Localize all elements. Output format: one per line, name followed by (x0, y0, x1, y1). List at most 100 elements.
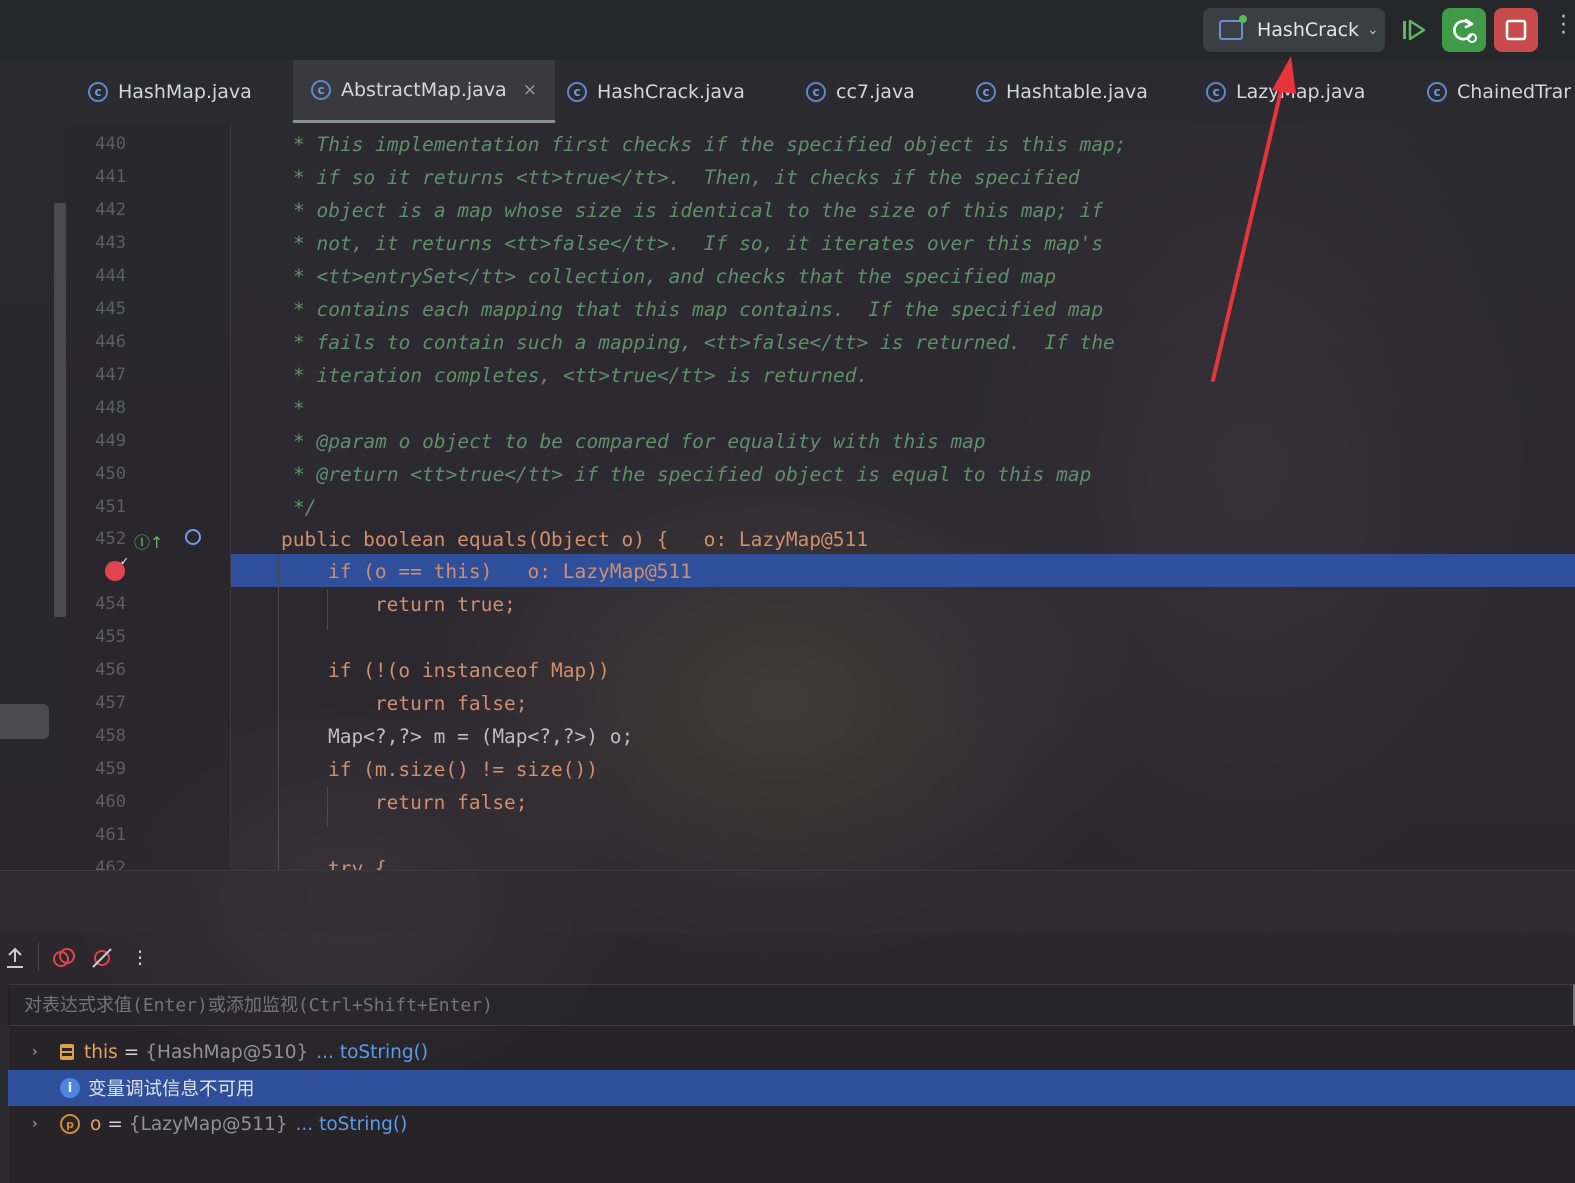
implements-method-icon[interactable]: Ⓘ↑ (134, 529, 163, 553)
class-icon: c (976, 81, 996, 102)
debug-info-row[interactable]: i 变量调试信息不可用 (8, 1070, 1575, 1106)
tab-abstractmap-java[interactable]: c AbstractMap.java × (293, 60, 555, 123)
code-line: 441 * if so it returns <tt>true</tt>. The… (0, 161, 1575, 194)
line-number: 459 (95, 759, 126, 779)
code-line: 458 Map<?,?> m = (Map<?,?>) o; (0, 720, 1575, 753)
code-line: 450 * @return <tt>true</tt> if the specif… (0, 458, 1575, 491)
line-number: 449 (95, 431, 126, 451)
breakpoint-icon[interactable] (105, 555, 129, 581)
line-number: 444 (95, 266, 126, 286)
toolbar-separator (38, 943, 39, 971)
code-line: 442 * object is a map whose size is ident… (0, 194, 1575, 227)
tab-label: HashMap.java (118, 80, 252, 103)
line-number: 440 (95, 134, 126, 154)
line-number: 456 (95, 660, 126, 680)
line-number: 455 (95, 627, 126, 647)
code-text: * object is a map whose size is identica… (293, 199, 1104, 222)
code-text: Map<?,?> m = (Map<?,?>) o; (281, 725, 634, 748)
line-number: 452 (95, 529, 126, 549)
variable-value: {LazyMap@511} (128, 1113, 288, 1135)
field-icon (60, 1044, 74, 1060)
line-number: 446 (95, 332, 126, 352)
tab-label: Hashtable.java (1006, 80, 1148, 103)
line-number: 451 (95, 497, 126, 517)
code-text: if (o == this) o: LazyMap@511 (281, 560, 692, 583)
chevron-right-icon[interactable]: › (32, 1116, 48, 1132)
tab-label: LazyMap.java (1236, 80, 1366, 103)
tab-lazymap-java[interactable]: c LazyMap.java (1206, 60, 1365, 123)
export-threads-button[interactable] (4, 945, 26, 971)
code-line: 455 (0, 621, 1575, 654)
stop-button[interactable] (1494, 8, 1538, 52)
class-icon: c (567, 81, 587, 102)
class-icon: c (1206, 81, 1226, 102)
variable-value: {HashMap@510} (145, 1041, 309, 1063)
more-options-icon[interactable]: · · · (130, 942, 150, 974)
code-line: 440 * This implementation first checks if… (0, 128, 1575, 161)
more-actions-icon[interactable]: · · · (1560, 7, 1567, 45)
class-icon: c (806, 81, 826, 102)
line-number: 441 (95, 167, 126, 187)
mute-breakpoints-button[interactable] (90, 945, 114, 971)
rerun-debug-button[interactable] (1442, 8, 1486, 52)
evaluate-expression-input[interactable] (8, 984, 1575, 1026)
line-number: 460 (95, 792, 126, 812)
tab-cc7-java[interactable]: c cc7.java (806, 60, 915, 123)
code-line: 462 try { (0, 852, 1575, 870)
variable-row-this[interactable]: › this = {HashMap@510} ... toString() (8, 1034, 1575, 1070)
breakpoints-icon (53, 948, 75, 967)
code-text: if (m.size() != size()) (281, 758, 598, 781)
close-icon[interactable]: × (523, 80, 537, 100)
class-icon: c (88, 81, 108, 102)
code-text: return true; (281, 593, 516, 616)
line-number: 447 (95, 365, 126, 385)
tab-label: ChainedTrar (1457, 80, 1572, 103)
rerun-debug-icon (1453, 18, 1477, 43)
code-text: * @param o object to be compared for equ… (293, 430, 986, 453)
code-text: return false; (281, 692, 528, 715)
tab-hashcrack-java[interactable]: c HashCrack.java (567, 60, 745, 123)
tab-hashmap-java[interactable]: c HashMap.java (88, 60, 252, 123)
code-line: 461 (0, 819, 1575, 852)
debug-info-message: 变量调试信息不可用 (88, 1079, 255, 1100)
code-line: 443 * not, it returns <tt>false</tt>. If … (0, 227, 1575, 260)
tostring-link[interactable]: ... toString() (316, 1042, 428, 1063)
code-text: if (!(o instanceof Map)) (281, 659, 610, 682)
inline-watch-icon[interactable] (185, 529, 201, 545)
line-number: 461 (95, 825, 126, 845)
tostring-link[interactable]: ... toString() (296, 1114, 408, 1135)
code-line: 456 if (!(o instanceof Map)) (0, 654, 1575, 687)
resume-button[interactable] (1392, 8, 1436, 52)
variable-row-o[interactable]: › p o = {LazyMap@511} ... toString() (8, 1106, 1575, 1142)
chevron-right-icon[interactable]: › (32, 1044, 48, 1060)
tab-label: cc7.java (836, 80, 915, 103)
line-number: 462 (95, 858, 126, 870)
mute-breakpoints-icon (92, 948, 112, 968)
equals-sign: = (123, 1041, 140, 1063)
line-number: 454 (95, 594, 126, 614)
tab-chainedtransformer-java[interactable]: c ChainedTrar (1427, 60, 1571, 123)
class-icon: c (311, 80, 331, 100)
class-icon: c (1427, 81, 1447, 102)
code-text: * contains each mapping that this map co… (293, 298, 1104, 321)
code-text: * @return <tt>true</tt> if the specified… (293, 463, 1092, 486)
run-config-selector[interactable]: HashCrack ⌄ (1203, 8, 1385, 52)
code-line: 457 return false; (0, 687, 1575, 720)
code-line: 444 * <tt>entrySet</tt> collection, and c… (0, 260, 1575, 293)
code-line: 451 */ (0, 491, 1575, 524)
tab-hashtable-java[interactable]: c Hashtable.java (976, 60, 1148, 123)
code-text: * This implementation first checks if th… (293, 133, 1127, 156)
code-line: 459 if (m.size() != size()) (0, 753, 1575, 786)
code-line: 448 * (0, 392, 1575, 425)
line-number: 450 (95, 464, 126, 484)
run-config-icon (1219, 15, 1247, 40)
stop-icon (1505, 19, 1527, 41)
line-number: 458 (95, 726, 126, 746)
view-breakpoints-button[interactable] (52, 945, 76, 971)
upload-icon (7, 947, 23, 968)
line-number: 457 (95, 693, 126, 713)
code-text: * fails to contain such a mapping, <tt>f… (293, 331, 1115, 354)
code-line: 452 public boolean equals(Object o) { o: … (0, 523, 1575, 556)
code-text: try { (281, 857, 387, 870)
code-text: * if so it returns <tt>true</tt>. Then, … (293, 166, 1080, 189)
